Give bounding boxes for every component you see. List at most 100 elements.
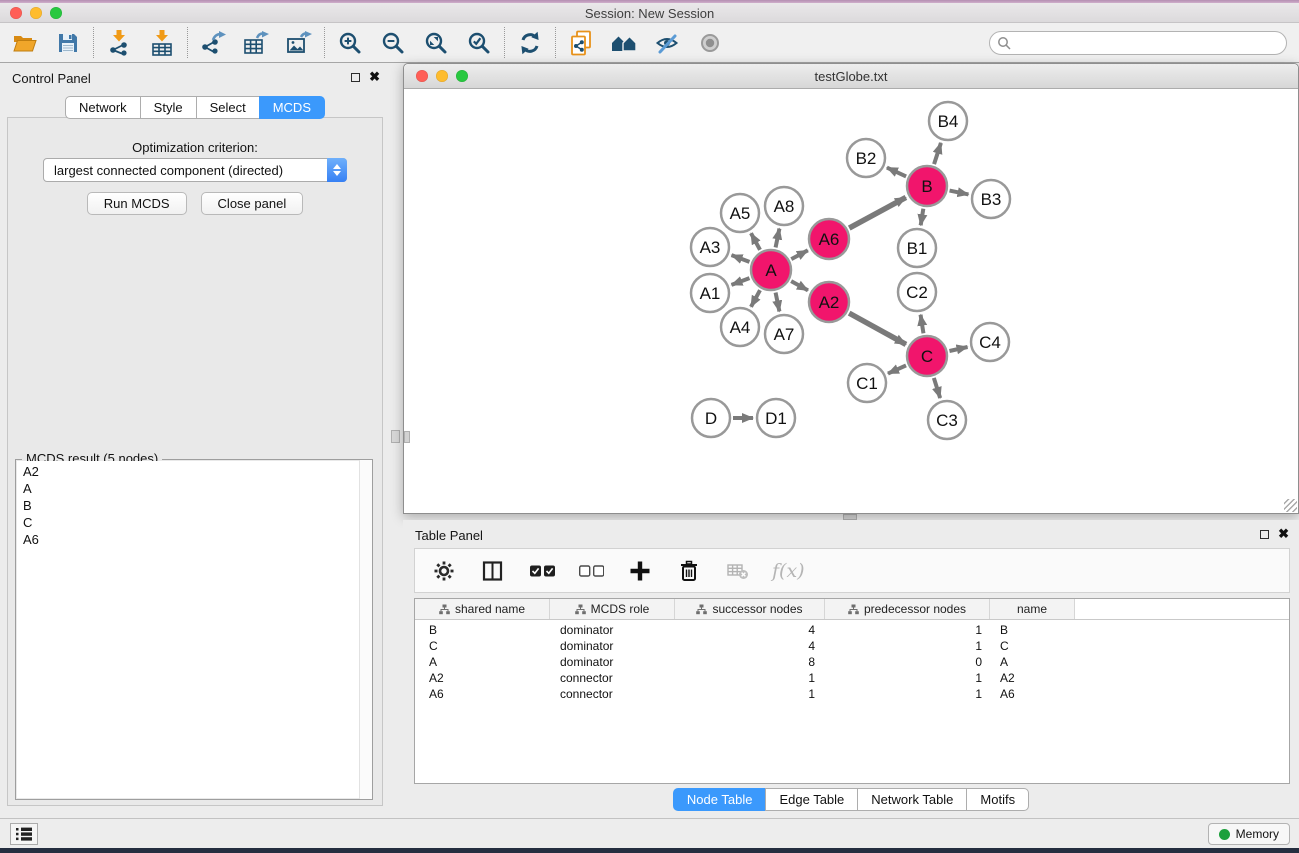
cell[interactable]: B (990, 623, 1075, 637)
export-network-icon[interactable] (198, 27, 228, 59)
edge-B-B2[interactable] (887, 168, 906, 177)
cell[interactable]: A (990, 655, 1075, 669)
edge-A-A8[interactable] (776, 229, 780, 248)
mcds-result-list[interactable]: A2ABCA6 (17, 461, 371, 798)
result-item-A6[interactable]: A6 (17, 531, 371, 548)
cell[interactable]: 1 (675, 671, 825, 685)
table-tab-network-table[interactable]: Network Table (857, 788, 967, 811)
hide-graphics-details-icon[interactable] (652, 27, 682, 59)
column-header-predecessor-nodes[interactable]: predecessor nodes (825, 599, 990, 619)
edge-C-C2[interactable] (921, 315, 924, 334)
edge-A-A7[interactable] (776, 293, 780, 312)
clone-network-icon[interactable] (566, 27, 596, 59)
cell[interactable]: A (415, 655, 550, 669)
table-row-A2[interactable]: A2connector11A2 (415, 670, 1289, 686)
settings-gear-icon[interactable] (429, 555, 459, 587)
show-graphics-details-icon[interactable] (695, 27, 725, 59)
deselect-all-icon[interactable] (576, 555, 606, 587)
column-header-shared-name[interactable]: shared name (415, 599, 550, 619)
tab-network[interactable]: Network (65, 96, 141, 119)
cell[interactable]: A2 (990, 671, 1075, 685)
zoom-fit-icon[interactable] (421, 27, 451, 59)
open-session-icon[interactable] (10, 27, 40, 59)
edge-C-C4[interactable] (949, 347, 967, 351)
cell[interactable]: 1 (825, 623, 990, 637)
result-item-C[interactable]: C (17, 514, 371, 531)
add-column-icon[interactable] (625, 555, 655, 587)
cell[interactable]: dominator (550, 639, 675, 653)
table-row-A[interactable]: Adominator80A (415, 654, 1289, 670)
cell[interactable]: 1 (675, 687, 825, 701)
criterion-dropdown[interactable]: largest connected component (directed) (43, 158, 347, 182)
cell[interactable]: 0 (825, 655, 990, 669)
memory-button[interactable]: Memory (1208, 823, 1290, 845)
table-tab-node-table[interactable]: Node Table (673, 788, 767, 811)
network-canvas[interactable]: AA1A2A3A4A5A6A7A8BB1B2B3B4CC1C2C3C4DD1 (404, 89, 1298, 513)
select-all-icon[interactable] (527, 555, 557, 587)
cell[interactable]: 8 (675, 655, 825, 669)
delete-table-icon[interactable] (723, 555, 753, 587)
tab-select[interactable]: Select (196, 96, 260, 119)
delete-selected-trash-icon[interactable] (674, 555, 704, 587)
close-panel-button[interactable]: Close panel (201, 192, 304, 215)
edge-C-C1[interactable] (888, 365, 906, 373)
cell[interactable]: connector (550, 671, 675, 685)
vertical-splitter-handle[interactable] (391, 430, 400, 443)
column-header-MCDS-role[interactable]: MCDS role (550, 599, 675, 619)
zoom-selected-icon[interactable] (464, 27, 494, 59)
result-item-B[interactable]: B (17, 497, 371, 514)
network-window-titlebar[interactable]: testGlobe.txt (404, 64, 1298, 89)
network-left-scrollbar-thumb[interactable] (404, 431, 410, 443)
float-panel-icon[interactable] (351, 73, 360, 82)
search-input[interactable] (989, 31, 1287, 55)
edge-A-A2[interactable] (791, 281, 808, 290)
edge-A-A5[interactable] (751, 233, 760, 250)
run-mcds-button[interactable]: Run MCDS (87, 192, 187, 215)
edge-A6-B[interactable] (849, 197, 906, 228)
table-row-A6[interactable]: A6connector11A6 (415, 686, 1289, 702)
save-session-icon[interactable] (53, 27, 83, 59)
close-table-panel-icon[interactable]: ✖ (1278, 529, 1289, 539)
zoom-in-icon[interactable] (335, 27, 365, 59)
column-header-successor-nodes[interactable]: successor nodes (675, 599, 825, 619)
cell[interactable]: dominator (550, 655, 675, 669)
edge-A2-C[interactable] (849, 313, 906, 344)
home-icon[interactable] (609, 27, 639, 59)
cell[interactable]: 1 (825, 639, 990, 653)
cell[interactable]: A2 (415, 671, 550, 685)
task-history-button[interactable] (10, 823, 38, 845)
cell[interactable]: A6 (415, 687, 550, 701)
edge-C-C3[interactable] (934, 378, 940, 398)
cell[interactable]: C (415, 639, 550, 653)
table-row-B[interactable]: Bdominator41B (415, 622, 1289, 638)
result-scrollbar[interactable] (359, 460, 372, 799)
export-table-icon[interactable] (241, 27, 271, 59)
refresh-icon[interactable] (515, 27, 545, 59)
zoom-out-icon[interactable] (378, 27, 408, 59)
close-panel-icon[interactable]: ✖ (369, 72, 380, 82)
table-tab-edge-table[interactable]: Edge Table (765, 788, 858, 811)
result-item-A[interactable]: A (17, 480, 371, 497)
edge-A-A1[interactable] (732, 278, 750, 285)
export-image-icon[interactable] (284, 27, 314, 59)
edge-B-B3[interactable] (950, 191, 969, 195)
result-item-A2[interactable]: A2 (17, 461, 371, 480)
edge-A-A6[interactable] (791, 250, 808, 259)
edge-B-B4[interactable] (934, 143, 941, 164)
function-builder-icon[interactable]: f(x) (772, 560, 805, 582)
table-tab-motifs[interactable]: Motifs (966, 788, 1029, 811)
column-header-name[interactable]: name (990, 599, 1075, 619)
network-graph[interactable]: AA1A2A3A4A5A6A7A8BB1B2B3B4CC1C2C3C4DD1 (404, 89, 1298, 513)
cell[interactable]: connector (550, 687, 675, 701)
cell[interactable]: 4 (675, 623, 825, 637)
tab-mcds[interactable]: MCDS (259, 96, 325, 119)
cell[interactable]: B (415, 623, 550, 637)
cell[interactable]: 4 (675, 639, 825, 653)
cell[interactable]: dominator (550, 623, 675, 637)
cell[interactable]: C (990, 639, 1075, 653)
table-row-C[interactable]: Cdominator41C (415, 638, 1289, 654)
toggle-columns-icon[interactable] (478, 555, 508, 587)
edge-A-A3[interactable] (732, 255, 750, 262)
cell[interactable]: A6 (990, 687, 1075, 701)
tab-style[interactable]: Style (140, 96, 197, 119)
